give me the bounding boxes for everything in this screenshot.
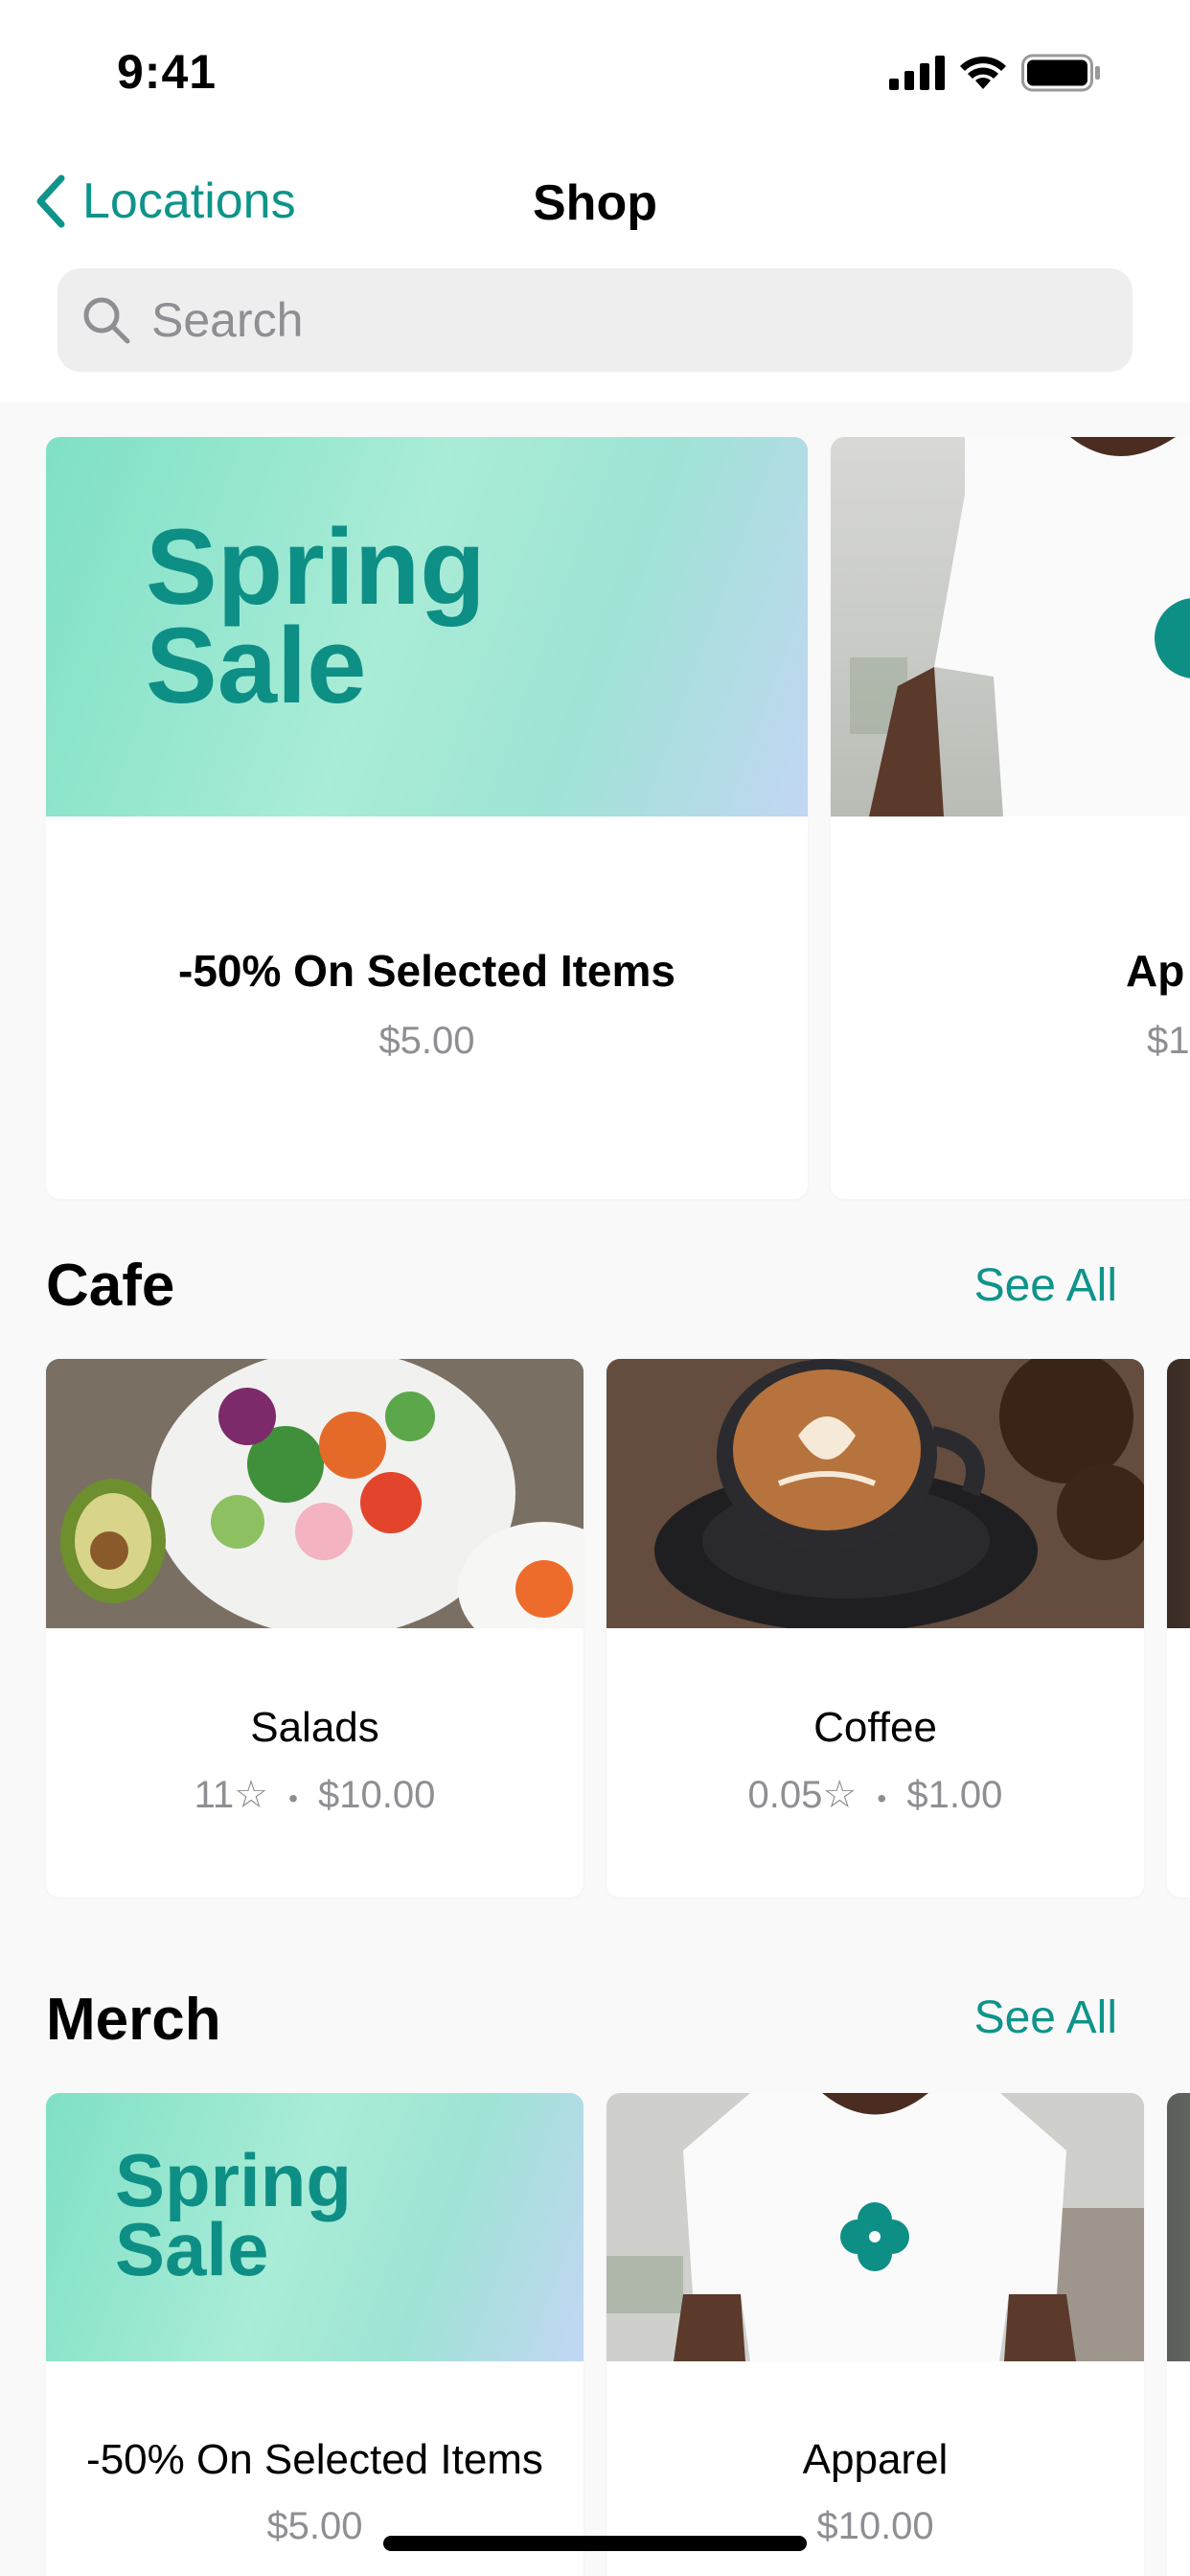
shop-screen: 9:41 Locations Shop Search Spring Sale -… (0, 0, 1190, 2576)
partial-item-photo (1167, 1359, 1190, 1628)
item-title: Salads (250, 1704, 379, 1751)
coffee-photo (606, 1359, 1144, 1628)
cafe-item-coffee[interactable]: Coffee 0.05☆ • $1.00 (606, 1359, 1144, 1898)
section-title-merch: Merch (46, 1987, 221, 2053)
item-price: $1.00 (906, 1774, 1003, 1816)
coffee-image (606, 1359, 1144, 1628)
item-meta: 11☆ • $10.00 (46, 1773, 584, 1817)
spring-sale-banner-text: Spring Sale (146, 507, 486, 726)
featured-card-price: $1 (1147, 1020, 1190, 1062)
tshirt-image (850, 437, 1190, 816)
featured-card-price: $5.00 (378, 1020, 475, 1062)
item-rating: 0.05☆ (747, 1774, 858, 1816)
item-rating: 11☆ (194, 1774, 268, 1816)
merch-item-spring-sale[interactable]: Spring Sale -50% On Selected Items $5.00 (46, 2093, 584, 2576)
partial-item-photo (1167, 2093, 1190, 2361)
featured-card-spring-sale[interactable]: Spring Sale -50% On Selected Items $5.00 (46, 437, 808, 1199)
apparel-photo (831, 437, 1190, 816)
see-all-merch-link[interactable]: See All (974, 1991, 1117, 2044)
salads-photo (46, 1359, 584, 1628)
search-input[interactable] (151, 292, 1014, 348)
merch-item-partial[interactable] (1167, 2093, 1190, 2576)
status-bar: 9:41 (0, 0, 1190, 144)
item-title: Coffee (813, 1704, 937, 1751)
item-price: $10.00 (318, 1774, 436, 1816)
item-meta: 0.05☆ • $1.00 (606, 1773, 1144, 1817)
meta-separator: • (288, 1783, 298, 1813)
see-all-cafe-link[interactable]: See All (974, 1259, 1117, 1312)
meta-separator: • (877, 1783, 887, 1813)
item-title: Apparel (802, 2436, 949, 2483)
battery-icon (1021, 54, 1100, 92)
search-bar[interactable] (57, 268, 1133, 372)
item-title: -50% On Selected Items (86, 2436, 543, 2483)
apparel-photo (606, 2093, 1144, 2361)
banner-line-1: Spring (115, 2138, 352, 2222)
status-time: 9:41 (117, 45, 217, 99)
cafe-item-partial[interactable] (1167, 1359, 1190, 1898)
featured-card-apparel[interactable]: Ap $1 (831, 437, 1190, 1199)
cafe-item-salads[interactable]: Salads 11☆ • $10.00 (46, 1359, 584, 1898)
spring-sale-banner: Spring Sale (46, 437, 808, 816)
status-icons (889, 54, 1102, 92)
wifi-icon (960, 57, 1006, 89)
spring-sale-banner: Spring Sale (46, 2093, 584, 2361)
banner-line-2: Sale (115, 2206, 269, 2291)
salad-image (46, 1359, 584, 1628)
featured-card-title: -50% On Selected Items (178, 946, 675, 996)
banner-line-2: Sale (146, 606, 367, 726)
tshirt-image (606, 2093, 1144, 2361)
cellular-signal-icon (889, 56, 945, 90)
spring-sale-banner-text: Spring Sale (115, 2138, 352, 2291)
home-indicator[interactable] (383, 2536, 807, 2551)
navigation-bar: Locations Shop (0, 144, 1190, 259)
merch-item-apparel[interactable]: Apparel $10.00 (606, 2093, 1144, 2576)
search-icon (83, 297, 130, 344)
search-container (0, 259, 1190, 402)
featured-card-title: Ap (1126, 946, 1185, 996)
page-title: Shop (533, 175, 657, 231)
section-title-cafe: Cafe (46, 1253, 175, 1319)
banner-line-1: Spring (146, 507, 486, 627)
